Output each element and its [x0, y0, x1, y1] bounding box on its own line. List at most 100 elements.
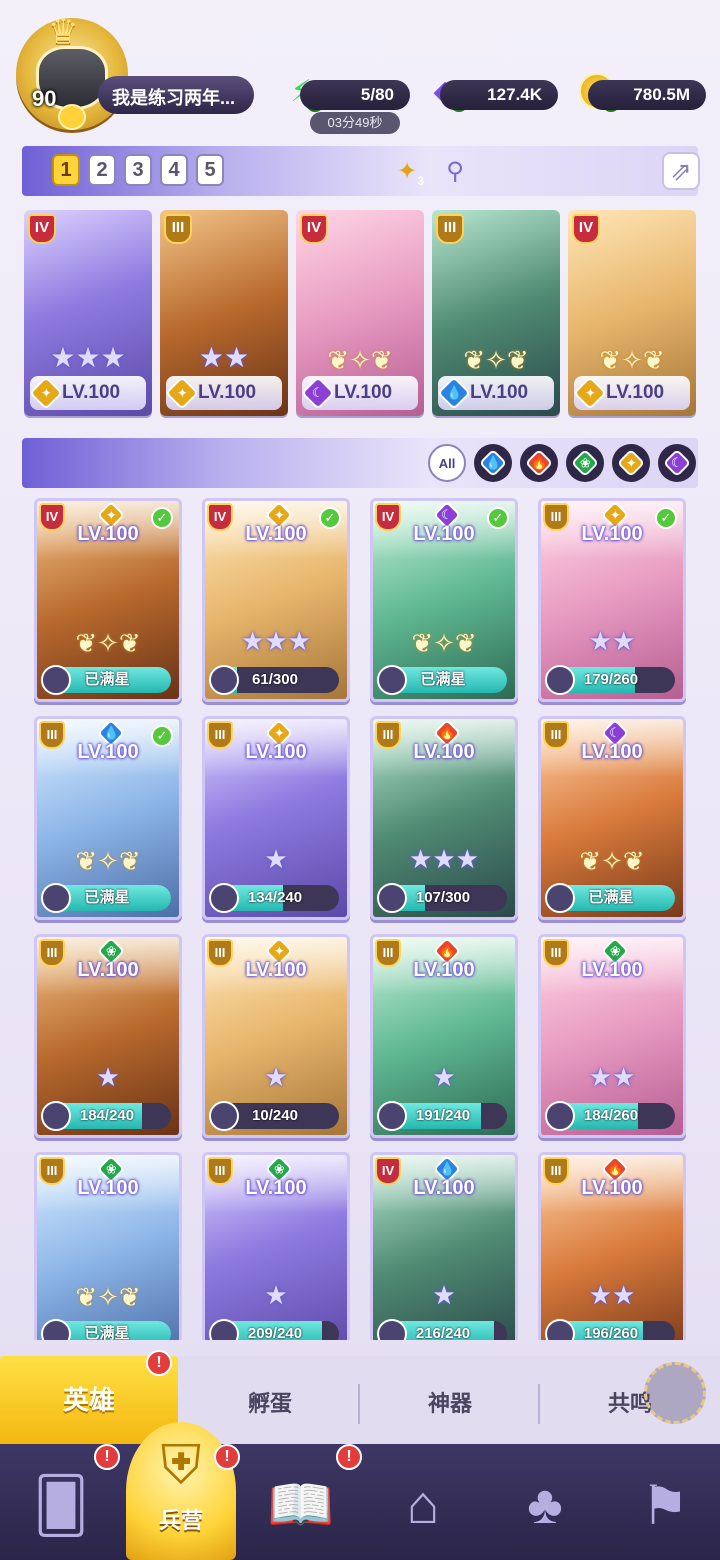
hero-card[interactable]: III ☾ LV.100 ❦✧❦ 已满星: [538, 716, 686, 920]
hero-card[interactable]: III 🔥 LV.100 ★★★ 107/300: [370, 716, 518, 920]
formation-slot-tab[interactable]: 5: [196, 154, 224, 186]
team-hero-card[interactable]: III ❦✧❦ 💧 LV.100: [432, 210, 560, 416]
water-element-icon: 💧: [437, 376, 471, 410]
castle-icon[interactable]: ⌂: [378, 1462, 468, 1548]
alert-badge: !: [94, 1444, 120, 1470]
tier-badge: IV: [300, 214, 328, 244]
hero-card[interactable]: IV ✦ ✓ LV.100 ★★★ 61/300: [202, 498, 350, 702]
shard-icon: [209, 665, 239, 695]
element-bonus-icon[interactable]: ✦ 3: [392, 156, 424, 189]
shard-icon: [41, 665, 71, 695]
alert-badge: !: [146, 1350, 172, 1376]
hero-level: LV.100: [413, 959, 475, 981]
share-icon[interactable]: ⇗: [662, 152, 700, 190]
hero-card[interactable]: IV ☾ ✓ LV.100 ❦✧❦ 已满星: [370, 498, 518, 702]
element-badge: 🔥: [432, 719, 462, 748]
hero-level: LV.100: [581, 959, 643, 981]
cards-icon[interactable]: 🂠: [16, 1462, 106, 1548]
hero-card[interactable]: III ❀ LV.100 ★★ 184/260: [538, 934, 686, 1138]
level-plate: 💧 LV.100: [437, 376, 554, 410]
team-hero-card[interactable]: IV ❦✧❦ ☾ LV.100: [296, 210, 424, 416]
light-element-icon: ✦: [573, 376, 607, 410]
level-plate: ✦ LV.100: [165, 376, 282, 410]
formation-bar: 12345 ✦ 3 ⚲ ⇗: [22, 146, 700, 196]
hero-card[interactable]: III ❀ LV.100 ❦✧❦ 已满星: [34, 1152, 182, 1340]
formation-slot-tab[interactable]: 2: [88, 154, 116, 186]
hero-card[interactable]: III 🔥 LV.100 ★★ 196/260: [538, 1152, 686, 1340]
element-badge: ☾: [600, 719, 630, 748]
nav-barracks-label: 兵营: [158, 1508, 203, 1533]
player-level: 90: [32, 86, 57, 111]
hero-level: LV.100: [77, 741, 139, 763]
rank-gem-icon: [58, 104, 86, 130]
hero-grid: IV ✦ ✓ LV.100 ❦✧❦ 已满星 IV ✦ ✓ LV.100 ★★★ 61/300 IV ☾ ✓ L…: [34, 498, 690, 1340]
water-element-icon: 💧: [478, 448, 508, 478]
formation-slot-tab[interactable]: 1: [52, 154, 80, 186]
star-rating: ★★: [588, 1280, 636, 1310]
shard-icon: [545, 1101, 575, 1131]
team-hero-card[interactable]: IV ★★★ ✦ LV.100: [24, 210, 152, 416]
element-badge: ✦: [264, 501, 294, 530]
hero-card[interactable]: III 💧 ✓ LV.100 ❦✧❦ 已满星: [34, 716, 182, 920]
formation-slot-tab[interactable]: 3: [124, 154, 152, 186]
map-book-icon[interactable]: 📖: [256, 1462, 346, 1548]
hero-card[interactable]: IV ✦ ✓ LV.100 ❦✧❦ 已满星: [34, 498, 182, 702]
element-badge: ✦: [264, 937, 294, 966]
team-hero-card[interactable]: IV ❦✧❦ ✦ LV.100: [568, 210, 696, 416]
search-icon[interactable]: ⚲: [440, 156, 470, 186]
dark-element-icon: ☾: [301, 376, 335, 410]
shard-icon: [377, 883, 407, 913]
nature-element-icon: ❀: [570, 448, 600, 478]
filter-nature-button[interactable]: ❀: [566, 444, 604, 482]
dark-element-icon: ☾: [662, 448, 692, 478]
shard-icon: [545, 665, 575, 695]
star-rating: ★★★: [409, 844, 479, 874]
filter-water-button[interactable]: 💧: [474, 444, 512, 482]
filter-dark-button[interactable]: ☾: [658, 444, 696, 482]
hero-card[interactable]: IV 💧 LV.100 ★ 216/240: [370, 1152, 518, 1340]
team-hero-card[interactable]: III ★★ ✦ LV.100: [160, 210, 288, 416]
hero-level: LV.100: [62, 382, 121, 403]
top-status-bar: ♛ 90 我是练习两年... ⚡+ 5/80 03分49秒 ◆+ 127.4K …: [0, 0, 720, 140]
winged-star-icon: ❦✧❦: [463, 345, 529, 375]
element-bonus-count: 3: [417, 174, 424, 188]
star-rating: ★: [432, 1062, 456, 1092]
hero-card[interactable]: III ✦ ✓ LV.100 ★★ 179/260: [538, 498, 686, 702]
hero-level: LV.100: [413, 523, 475, 545]
winged-star-icon: ❦✧❦: [599, 345, 665, 375]
hero-card[interactable]: III ❀ LV.100 ★ 209/240: [202, 1152, 350, 1340]
element-badge: ✦: [96, 501, 126, 530]
hero-card[interactable]: III ❀ LV.100 ★ 184/240: [34, 934, 182, 1138]
hero-card[interactable]: III ✦ LV.100 ★ 10/240: [202, 934, 350, 1138]
tab-artifact[interactable]: 神器: [360, 1366, 540, 1442]
mushroom-house-icon[interactable]: ♣: [500, 1462, 590, 1548]
element-badge: ✦: [264, 719, 294, 748]
target-ring-icon[interactable]: [644, 1362, 706, 1424]
player-name[interactable]: 我是练习两年...: [98, 76, 254, 114]
hero-card[interactable]: III 🔥 LV.100 ★ 191/240: [370, 934, 518, 1138]
nav-barracks[interactable]: ⛨ 兵营: [126, 1422, 236, 1560]
winged-star-icon: ❦✧❦: [411, 628, 477, 658]
hero-level: LV.100: [77, 1177, 139, 1199]
winged-star-icon: ❦✧❦: [75, 1282, 141, 1312]
bottom-navigation: 🂠 ! ⛨ 兵营 ! 📖 ! ⌂ ♣ ⚑: [0, 1422, 720, 1560]
filter-fire-button[interactable]: 🔥: [520, 444, 558, 482]
light-element-icon: ✦: [29, 376, 63, 410]
element-filter-bar: All 💧 🔥 ❀ ✦ ☾: [22, 438, 698, 488]
element-badge: 🔥: [432, 937, 462, 966]
hero-card[interactable]: III ✦ LV.100 ★ 134/240: [202, 716, 350, 920]
shard-icon: [209, 1101, 239, 1131]
shard-icon: [209, 883, 239, 913]
filter-all-button[interactable]: All: [428, 444, 466, 482]
hero-level: LV.100: [77, 959, 139, 981]
hero-level: LV.100: [413, 741, 475, 763]
filter-light-button[interactable]: ✦: [612, 444, 650, 482]
hero-level: LV.100: [245, 959, 307, 981]
hero-level: LV.100: [581, 1177, 643, 1199]
element-badge: ✦: [600, 501, 630, 530]
tier-badge: III: [436, 214, 464, 244]
formation-slot-tab[interactable]: 4: [160, 154, 188, 186]
guild-banner-icon[interactable]: ⚑: [620, 1462, 710, 1548]
winged-star-icon: ❦✧❦: [75, 846, 141, 876]
element-badge: 🔥: [600, 1155, 630, 1184]
